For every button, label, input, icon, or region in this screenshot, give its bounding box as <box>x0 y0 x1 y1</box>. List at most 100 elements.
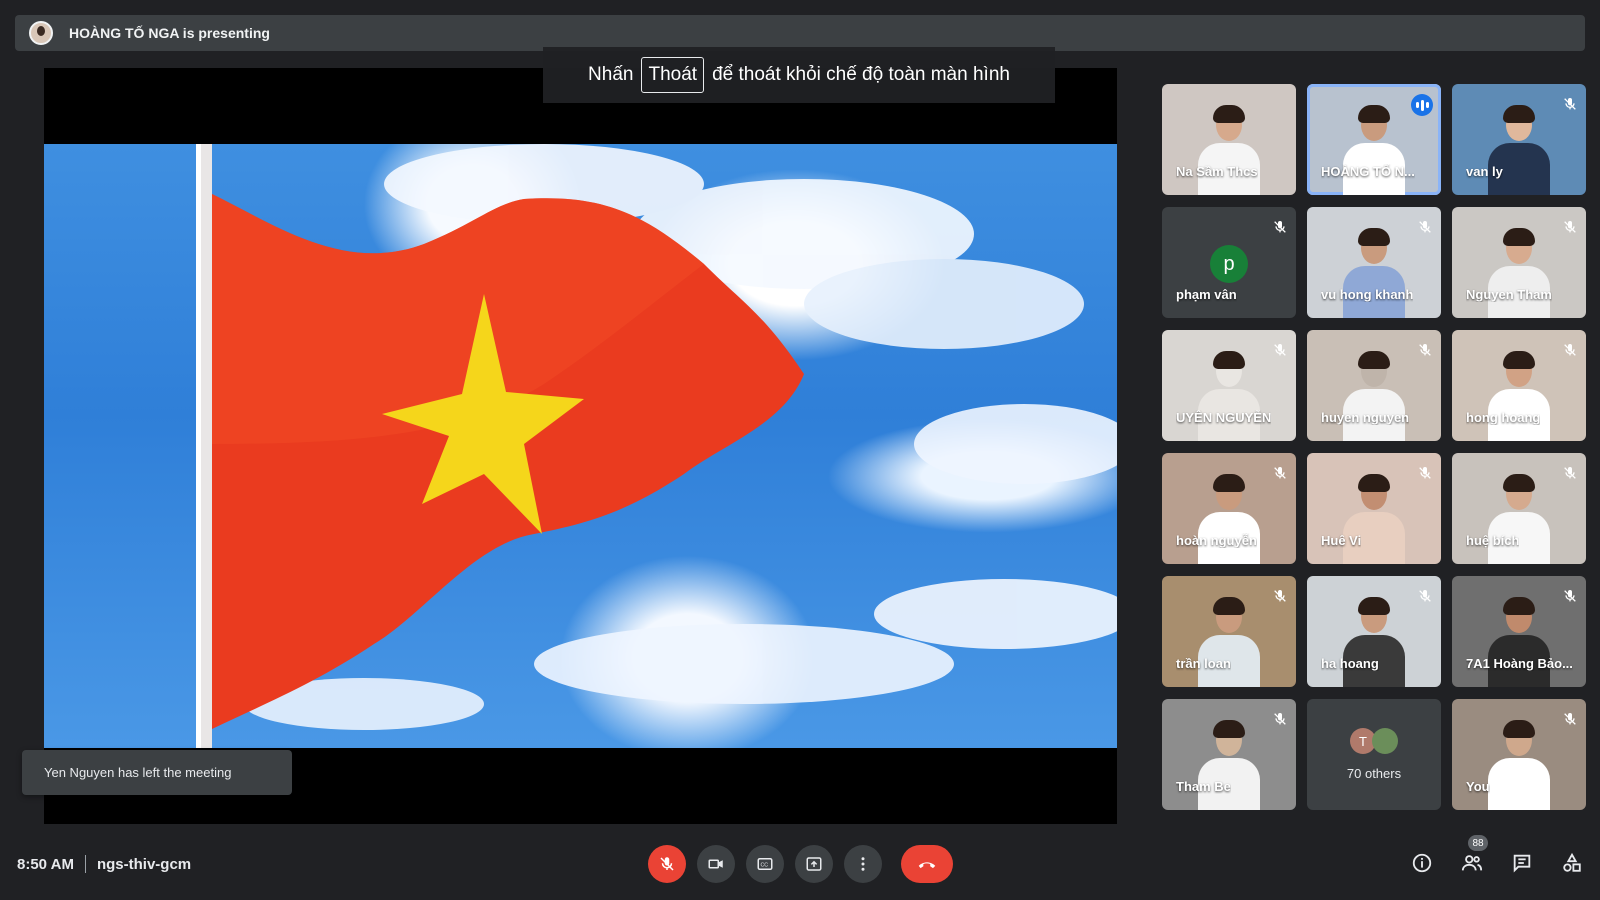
activities-button[interactable] <box>1560 851 1584 875</box>
toggle-camera-button[interactable] <box>697 845 735 883</box>
participant-video <box>1343 474 1405 564</box>
present-button[interactable] <box>795 845 833 883</box>
meeting-info: 8:50 AM ngs-thiv-gcm <box>17 855 191 873</box>
others-tile[interactable]: T 70 others <box>1307 699 1441 810</box>
participant-tile[interactable]: huyen nguyen <box>1307 330 1441 441</box>
participant-video <box>1198 105 1260 195</box>
mic-off-icon <box>1417 219 1433 235</box>
presentation-video <box>44 144 1117 748</box>
participant-name: HOÀNG TỐ N... <box>1321 164 1415 179</box>
mic-off-icon <box>1562 711 1578 727</box>
mic-off-icon <box>1562 465 1578 481</box>
participant-name: Tham Be <box>1176 779 1231 794</box>
participant-tile[interactable]: ha hoang <box>1307 576 1441 687</box>
more-vert-icon <box>861 857 865 871</box>
participant-name: vu hong khanh <box>1321 287 1414 302</box>
people-icon <box>1461 855 1483 871</box>
participant-tile[interactable]: huệ bích <box>1452 453 1586 564</box>
participant-video <box>1343 228 1405 318</box>
participant-grid: Na Sầm Thcs HOÀNG TỐ N... van ly p phạm vân v… <box>1162 84 1586 810</box>
participant-tile[interactable]: UYÊN NGUYỄN <box>1162 330 1296 441</box>
fullscreen-hint-prefix: Nhấn <box>588 64 634 85</box>
mic-off-icon <box>1417 588 1433 604</box>
toast-text: Yen Nguyen has left the meeting <box>44 765 232 780</box>
participant-video <box>1343 597 1405 687</box>
captions-icon: CC <box>757 858 773 870</box>
participant-video <box>1488 474 1550 564</box>
meeting-details-button[interactable] <box>1410 851 1434 875</box>
side-panel-buttons: 88 <box>1410 835 1584 875</box>
participant-name: hoàn nguyễn <box>1176 533 1257 548</box>
participant-name: van ly <box>1466 164 1503 179</box>
participant-name: trần loan <box>1176 656 1231 671</box>
participant-tile[interactable]: van ly <box>1452 84 1586 195</box>
participant-tile[interactable]: You <box>1452 699 1586 810</box>
mic-off-icon <box>1272 711 1288 727</box>
participant-tile[interactable]: hong hoang <box>1452 330 1586 441</box>
mic-off-icon <box>1272 342 1288 358</box>
mic-off-icon <box>1562 96 1578 112</box>
participant-video <box>1198 597 1260 687</box>
presenting-bar: HOÀNG TỐ NGA is presenting <box>15 15 1585 51</box>
svg-text:CC: CC <box>761 862 769 868</box>
participant-name: huyen nguyen <box>1321 410 1410 425</box>
close-icon[interactable]: ✕ <box>1116 147 1118 169</box>
presentation-stage: ✕ <box>44 68 1117 824</box>
people-count-badge: 88 <box>1468 835 1488 851</box>
mic-off-icon <box>1562 342 1578 358</box>
participant-name: 7A1 Hoàng Bảo... <box>1466 656 1573 671</box>
activities-icon <box>1563 852 1581 872</box>
participant-tile[interactable]: Huê Vi <box>1307 453 1441 564</box>
others-avatar-photo <box>1372 728 1398 754</box>
participant-tile[interactable]: Na Sầm Thcs <box>1162 84 1296 195</box>
speaking-indicator-icon <box>1411 94 1433 116</box>
mic-off-icon <box>1417 342 1433 358</box>
info-icon <box>1412 853 1432 873</box>
participant-tile[interactable]: Tham Be <box>1162 699 1296 810</box>
participant-tile[interactable]: vu hong khanh <box>1307 207 1441 318</box>
fullscreen-hint-suffix: để thoát khỏi chế độ toàn màn hình <box>712 64 1010 85</box>
participant-name: Na Sầm Thcs <box>1176 164 1258 179</box>
mic-off-icon <box>1562 588 1578 604</box>
camera-icon <box>708 859 723 869</box>
leave-call-button[interactable] <box>901 845 953 883</box>
meeting-code: ngs-thiv-gcm <box>96 855 192 873</box>
mic-off-icon <box>1272 219 1288 235</box>
participant-name: ha hoang <box>1321 656 1379 671</box>
meeting-time: 8:50 AM <box>17 855 74 873</box>
others-label: 70 others <box>1346 766 1402 781</box>
mic-off-icon <box>1272 465 1288 481</box>
participant-tile[interactable]: Nguyen Tham <box>1452 207 1586 318</box>
participant-tile[interactable]: 7A1 Hoàng Bảo... <box>1452 576 1586 687</box>
participant-video <box>1343 351 1405 441</box>
chat-button[interactable] <box>1510 851 1534 875</box>
participant-name: phạm vân <box>1176 287 1237 302</box>
fullscreen-hint-key: Thoát <box>641 57 705 93</box>
participant-video <box>1198 474 1260 564</box>
more-options-button[interactable] <box>844 845 882 883</box>
fullscreen-hint: Nhấn Thoát để thoát khỏi chế độ toàn màn… <box>543 47 1055 103</box>
others-summary: T 70 others <box>1307 699 1441 810</box>
participant-tile[interactable]: trần loan <box>1162 576 1296 687</box>
presenting-text: HOÀNG TỐ NGA is presenting <box>69 25 270 41</box>
hangup-icon <box>918 862 936 869</box>
captions-button[interactable]: CC <box>746 845 784 883</box>
toggle-mic-button[interactable] <box>648 845 686 883</box>
people-button[interactable]: 88 <box>1460 835 1488 875</box>
presenter-avatar <box>29 21 53 45</box>
mic-off-icon <box>1417 465 1433 481</box>
participant-video <box>1488 720 1550 810</box>
participant-name: huệ bích <box>1466 533 1520 548</box>
participant-video <box>1343 105 1405 195</box>
participant-name: UYÊN NGUYỄN <box>1176 410 1272 425</box>
call-controls: CC <box>648 845 953 883</box>
participant-tile[interactable]: HOÀNG TỐ N... <box>1307 84 1441 195</box>
chat-icon <box>1513 854 1531 873</box>
participant-tile[interactable]: hoàn nguyễn <box>1162 453 1296 564</box>
participant-video <box>1488 228 1550 318</box>
participant-name: Huê Vi <box>1321 533 1362 548</box>
participant-tile[interactable]: p phạm vân <box>1162 207 1296 318</box>
participant-video <box>1488 597 1550 687</box>
participant-video <box>1198 351 1260 441</box>
participant-video <box>1488 351 1550 441</box>
